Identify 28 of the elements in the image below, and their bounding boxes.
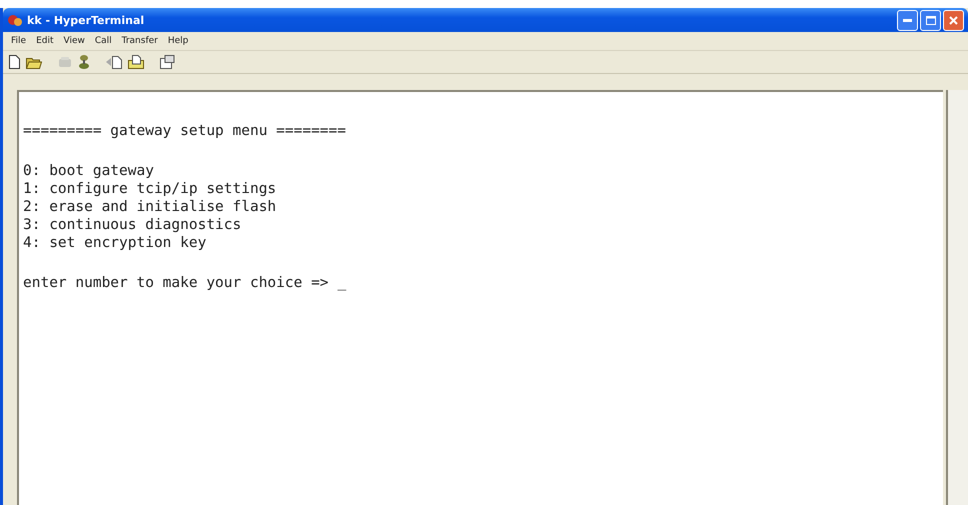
properties-icon[interactable] bbox=[160, 55, 175, 69]
menu-item[interactable]: File bbox=[7, 36, 30, 46]
maximize-icon bbox=[926, 16, 936, 24]
terminal-line: enter number to make your choice => bbox=[23, 274, 329, 292]
close-button[interactable] bbox=[943, 10, 964, 30]
app-icon bbox=[7, 13, 23, 27]
menu-item[interactable]: Edit bbox=[32, 36, 58, 46]
terminal-line: 3: continuous diagnostics bbox=[23, 216, 242, 234]
folder-icon[interactable] bbox=[26, 56, 42, 68]
terminal-line: 0: boot gateway bbox=[23, 162, 155, 180]
terminal-line: 2: erase and initialise flash bbox=[23, 198, 278, 216]
scroll-bar[interactable] bbox=[946, 90, 968, 505]
terminal-line: ========= gateway setup menu ======== bbox=[23, 122, 348, 140]
menu-item[interactable]: Call bbox=[90, 36, 116, 46]
minimize-icon bbox=[903, 18, 912, 22]
menu-item[interactable]: View bbox=[60, 36, 89, 46]
receive-file-icon[interactable] bbox=[128, 55, 144, 69]
menu-item[interactable]: Transfer bbox=[118, 36, 162, 46]
close-icon bbox=[949, 16, 958, 24]
terminal-line: 1: configure tcip/ip settings bbox=[23, 180, 278, 198]
maximize-button[interactable] bbox=[920, 10, 941, 30]
send-file-icon[interactable] bbox=[106, 56, 122, 68]
new-document-icon[interactable] bbox=[9, 55, 20, 69]
minimize-button[interactable] bbox=[897, 10, 918, 30]
terminal-line: 4: set encryption key bbox=[23, 234, 208, 252]
text-cursor: _ bbox=[338, 274, 346, 292]
menu-item[interactable]: Help bbox=[164, 36, 192, 46]
window-title: kk - HyperTerminal bbox=[27, 14, 144, 26]
